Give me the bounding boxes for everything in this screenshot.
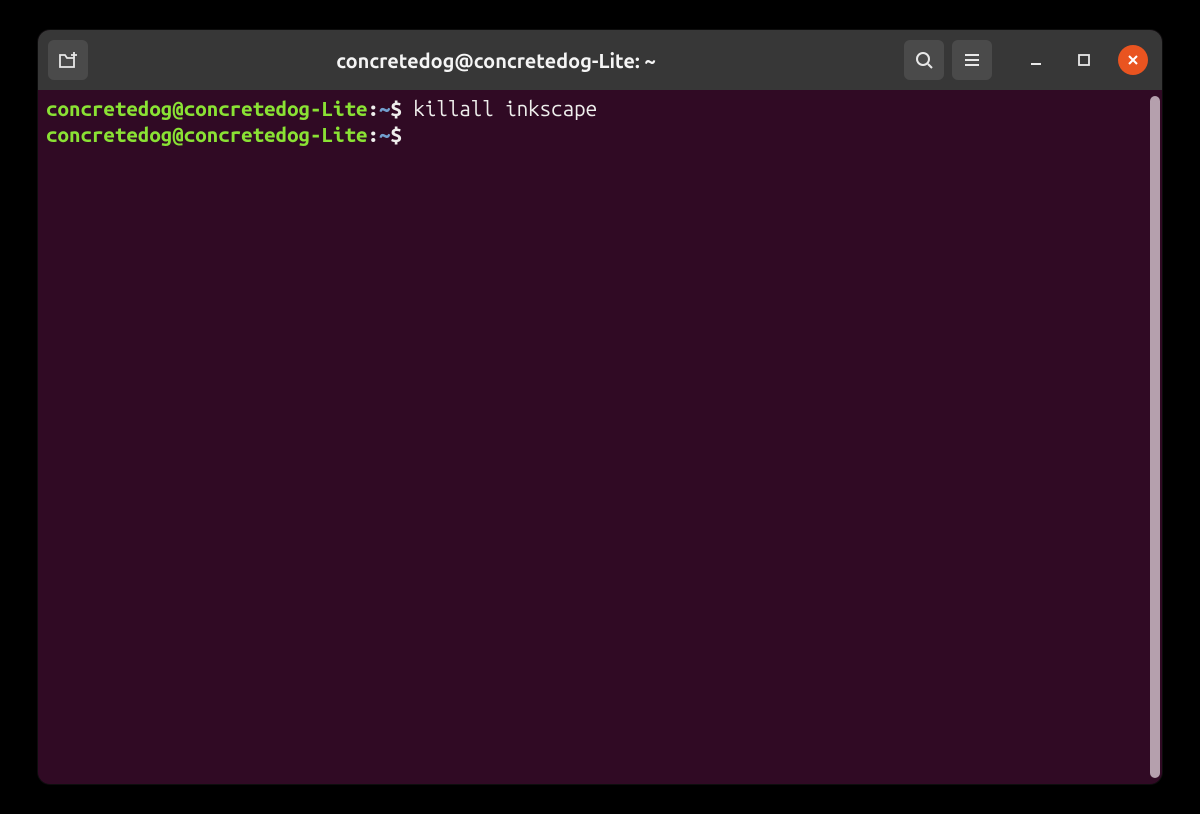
terminal-line: concretedog@concretedog-Lite:~$ killall … [46, 96, 1154, 122]
prompt-dollar: $ [390, 123, 413, 146]
close-button[interactable] [1118, 45, 1148, 75]
minimize-button[interactable] [1016, 40, 1056, 80]
scrollbar[interactable] [1150, 96, 1160, 778]
prompt-userhost: concretedog@concretedog-Lite [46, 123, 367, 146]
prompt-colon: : [367, 123, 378, 146]
titlebar-right [904, 40, 1152, 80]
hamburger-icon [962, 50, 982, 70]
terminal-line: concretedog@concretedog-Lite:~$ [46, 122, 1154, 148]
prompt-userhost: concretedog@concretedog-Lite [46, 97, 367, 120]
prompt-dollar: $ [390, 97, 413, 120]
prompt-path: ~ [379, 97, 390, 120]
maximize-button[interactable] [1064, 40, 1104, 80]
titlebar[interactable]: concretedog@concretedog-Lite: ~ [38, 30, 1162, 90]
window-title: concretedog@concretedog-Lite: ~ [96, 49, 896, 72]
minimize-icon [1028, 52, 1044, 68]
prompt-colon: : [367, 97, 378, 120]
titlebar-left [48, 40, 88, 80]
menu-button[interactable] [952, 40, 992, 80]
close-icon [1126, 53, 1140, 67]
search-icon [914, 50, 934, 70]
new-tab-button[interactable] [48, 40, 88, 80]
search-button[interactable] [904, 40, 944, 80]
terminal-window: concretedog@concretedog-Lite: ~ [38, 30, 1162, 784]
command-text: killall inkscape [413, 97, 597, 120]
terminal-body[interactable]: concretedog@concretedog-Lite:~$ killall … [38, 90, 1162, 784]
prompt-path: ~ [379, 123, 390, 146]
new-tab-icon [57, 49, 79, 71]
maximize-icon [1077, 53, 1091, 67]
